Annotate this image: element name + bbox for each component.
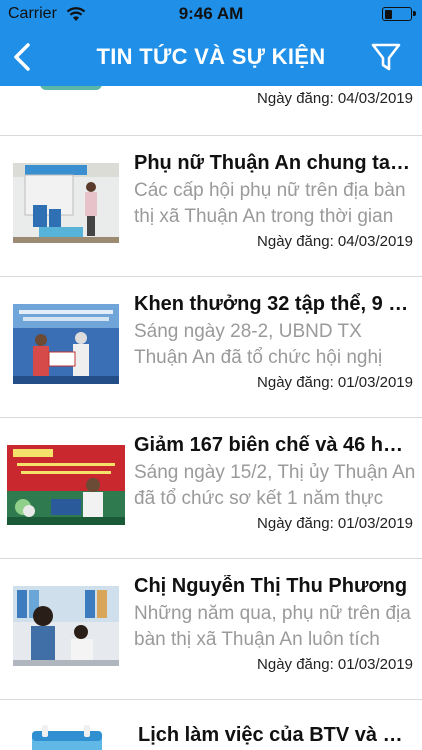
calendar-icon <box>26 721 106 750</box>
news-summary: Sáng ngày 15/2, Thị ủy Thuận An đã tổ ch… <box>134 462 416 509</box>
battery-level <box>384 9 392 19</box>
nav-bar: TIN TỨC VÀ SỰ KIỆN <box>0 28 422 86</box>
news-title: Khen thưởng 32 tập thể, 9 cá nhân <box>134 293 416 315</box>
page-title: TIN TỨC VÀ SỰ KIỆN <box>96 44 326 69</box>
list-item[interactable]: Chị Nguyễn Thị Thu Phương Những năm qua,… <box>0 559 422 700</box>
news-thumbnail <box>40 86 102 90</box>
news-list: Ngày đăng: 04/03/2019 Phụ nữ Thuận An ch… <box>0 86 422 750</box>
news-summary: Sáng ngày 28-2, UBND TX Thuận An đã tổ c… <box>134 321 383 368</box>
battery-icon <box>382 7 416 21</box>
post-date: Ngày đăng: 04/03/2019 <box>257 233 413 250</box>
post-date: Ngày đăng: 01/03/2019 <box>257 656 413 673</box>
news-title: Lịch làm việc của BTV và Thường trực <box>138 724 414 746</box>
news-thumbnail <box>7 445 125 525</box>
news-title: Giảm 167 biên chế và 46 hợp đồng <box>134 434 416 456</box>
post-date: Ngày đăng: 01/03/2019 <box>257 374 413 391</box>
list-item[interactable]: Lịch làm việc của BTV và Thường trực <box>0 700 422 750</box>
post-date: Ngày đăng: 01/03/2019 <box>257 515 413 532</box>
news-thumbnail <box>13 586 119 666</box>
status-time: 9:46 AM <box>178 4 244 23</box>
list-item[interactable]: Ngày đăng: 04/03/2019 <box>0 86 422 136</box>
news-thumbnail <box>13 163 119 243</box>
news-title: Chị Nguyễn Thị Thu Phương <box>134 575 408 597</box>
list-item[interactable]: Khen thưởng 32 tập thể, 9 cá nhân Sáng n… <box>0 277 422 418</box>
news-thumbnail <box>13 304 119 384</box>
list-item[interactable]: Giảm 167 biên chế và 46 hợp đồng Sáng ng… <box>0 418 422 559</box>
list-item[interactable]: Phụ nữ Thuận An chung tay thực hiện Các … <box>0 136 422 277</box>
filter-icon[interactable] <box>370 40 402 74</box>
news-summary: Các cấp hội phụ nữ trên địa bàn thị xã T… <box>134 180 406 227</box>
news-summary: Những năm qua, phụ nữ trên địa bàn thị x… <box>134 603 411 650</box>
status-bar: Carrier 9:46 AM <box>0 0 422 28</box>
news-title: Phụ nữ Thuận An chung tay thực hiện <box>134 152 416 174</box>
post-date: Ngày đăng: 04/03/2019 <box>257 90 413 107</box>
